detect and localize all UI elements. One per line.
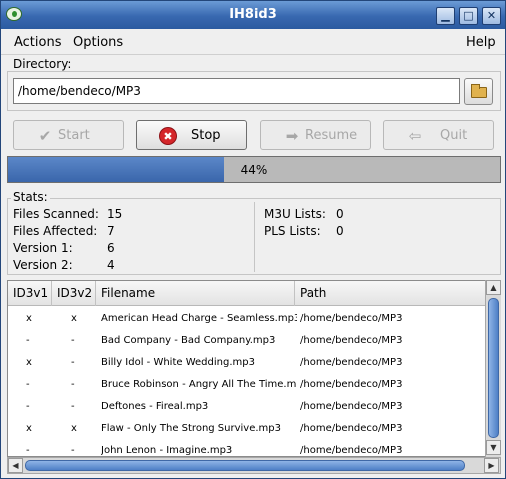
menu-options-label: Options (73, 35, 124, 50)
resume-button[interactable]: ➡ Resume (260, 120, 371, 150)
filename-cell: American Head Charge - Seamless.mp3 (101, 313, 297, 324)
progress-text: 44% (240, 163, 268, 177)
id3v1-cell: x (26, 357, 32, 368)
exit-icon: ⇦ (408, 127, 422, 145)
menu-options[interactable]: Options (73, 35, 123, 50)
id3v1-cell: - (26, 401, 30, 412)
version2-label: Version 2: (13, 258, 73, 272)
arrow-right-icon: ➡ (285, 127, 299, 145)
quit-label: Quit (440, 128, 468, 143)
table-row[interactable]: x x Flaw - Only The Strong Survive.mp3/hom… (8, 418, 486, 440)
version1-value: 6 (107, 241, 115, 255)
menu-help-label: Help (466, 35, 496, 50)
path-cell: /home/bendeco/MP3 (300, 445, 403, 456)
start-button[interactable]: ✔ Start (13, 120, 124, 150)
m3u-lists-value: 0 (336, 207, 344, 221)
filename-cell: Billy Idol - White Wedding.mp3 (101, 357, 255, 368)
folder-icon (471, 84, 487, 98)
files-scanned-value: 15 (107, 207, 123, 221)
id3v1-cell: - (26, 379, 30, 390)
table-header: ID3v1 ID3v2 Filename Path (8, 281, 486, 306)
id3v1-cell: - (26, 445, 30, 456)
header-id3v1[interactable]: ID3v1 (8, 281, 52, 306)
id3v1-cell: x (26, 423, 32, 434)
check-icon: ✔ (38, 127, 52, 145)
start-label: Start (58, 128, 90, 143)
table-row[interactable]: - - Bruce Robinson - Angry All The Time.mp… (8, 374, 486, 396)
menu-bar: Actions Options Help (1, 29, 505, 55)
header-filename[interactable]: Filename (96, 281, 295, 306)
app-window: IH8id3 ▁ □ ✕ Actions Options Help Direct… (0, 0, 506, 479)
id3v1-cell: x (26, 313, 32, 324)
menu-help[interactable]: Help (466, 35, 496, 50)
horizontal-scrollbar[interactable]: ◀ ▶ (7, 457, 501, 474)
id3v2-cell: - (71, 335, 75, 346)
filename-cell: Bruce Robinson - Angry All The Time.mp3 (101, 379, 297, 390)
path-cell: /home/bendeco/MP3 (300, 423, 403, 434)
version1-label: Version 1: (13, 241, 73, 255)
menu-actions-label: Actions (14, 35, 62, 50)
file-table[interactable]: ID3v1 ID3v2 Filename Path x x American Hea… (7, 280, 501, 457)
resume-label: Resume (305, 128, 358, 143)
path-cell: /home/bendeco/MP3 (300, 379, 403, 390)
stop-label: Stop (191, 128, 221, 143)
table-row[interactable]: x - Billy Idol - White Wedding.mp3/home/be… (8, 352, 486, 374)
stop-icon: ✖ (159, 127, 177, 145)
scroll-right-arrow-icon[interactable]: ▶ (484, 458, 499, 473)
version2-value: 4 (107, 258, 115, 272)
header-id3v2[interactable]: ID3v2 (52, 281, 96, 306)
title-bar[interactable]: IH8id3 ▁ □ ✕ (1, 1, 505, 29)
path-cell: /home/bendeco/MP3 (300, 401, 403, 412)
header-path[interactable]: Path (295, 281, 486, 306)
menu-actions[interactable]: Actions (14, 35, 62, 50)
filename-cell: John Lenon - Imagine.mp3 (101, 445, 233, 456)
scroll-left-arrow-icon[interactable]: ◀ (8, 458, 23, 473)
path-cell: /home/bendeco/MP3 (300, 313, 403, 324)
vertical-scrollbar[interactable]: ▲ ▼ (485, 280, 501, 457)
minimize-button[interactable]: ▁ (436, 7, 455, 25)
quit-button[interactable]: ⇦ Quit (383, 120, 494, 150)
browse-folder-button[interactable] (464, 78, 493, 105)
table-row[interactable]: x x American Head Charge - Seamless.mp3/ho… (8, 308, 486, 330)
scroll-up-arrow-icon[interactable]: ▲ (486, 280, 501, 295)
id3v2-cell: x (71, 423, 77, 434)
id3v2-cell: - (71, 357, 75, 368)
directory-input[interactable] (13, 78, 460, 104)
directory-label: Directory: (11, 57, 74, 71)
table-row[interactable]: - - Deftones - Fireal.mp3/home/bendeco/MP3 (8, 396, 486, 418)
id3v2-cell: - (71, 401, 75, 412)
id3v2-cell: - (71, 445, 75, 456)
close-button[interactable]: ✕ (482, 7, 501, 25)
id3v2-cell: - (71, 379, 75, 390)
path-cell: /home/bendeco/MP3 (300, 335, 403, 346)
id3v1-cell: - (26, 335, 30, 346)
files-affected-value: 7 (107, 224, 115, 238)
maximize-button[interactable]: □ (459, 7, 478, 25)
stop-button[interactable]: ✖ Stop (136, 120, 247, 150)
filename-cell: Deftones - Fireal.mp3 (101, 401, 209, 412)
files-scanned-label: Files Scanned: (13, 207, 99, 221)
progress-bar: 44% (7, 156, 501, 183)
window-title: IH8id3 (229, 7, 277, 22)
table-row[interactable]: - - John Lenon - Imagine.mp3/home/bendeco/… (8, 440, 486, 456)
files-affected-label: Files Affected: (13, 224, 98, 238)
table-row[interactable]: - - Bad Company - Bad Company.mp3/home/ben… (8, 330, 486, 352)
stats-divider (254, 202, 255, 272)
id3v2-cell: x (71, 313, 77, 324)
m3u-lists-label: M3U Lists: (264, 207, 326, 221)
pls-lists-value: 0 (336, 224, 344, 238)
path-cell: /home/bendeco/MP3 (300, 357, 403, 368)
stats-label: Stats: (11, 190, 50, 204)
horizontal-scroll-thumb[interactable] (25, 460, 465, 471)
filename-cell: Flaw - Only The Strong Survive.mp3 (101, 423, 281, 434)
vertical-scroll-thumb[interactable] (488, 298, 499, 438)
pls-lists-label: PLS Lists: (264, 224, 321, 238)
filename-cell: Bad Company - Bad Company.mp3 (101, 335, 276, 346)
scroll-down-arrow-icon[interactable]: ▼ (486, 440, 501, 455)
